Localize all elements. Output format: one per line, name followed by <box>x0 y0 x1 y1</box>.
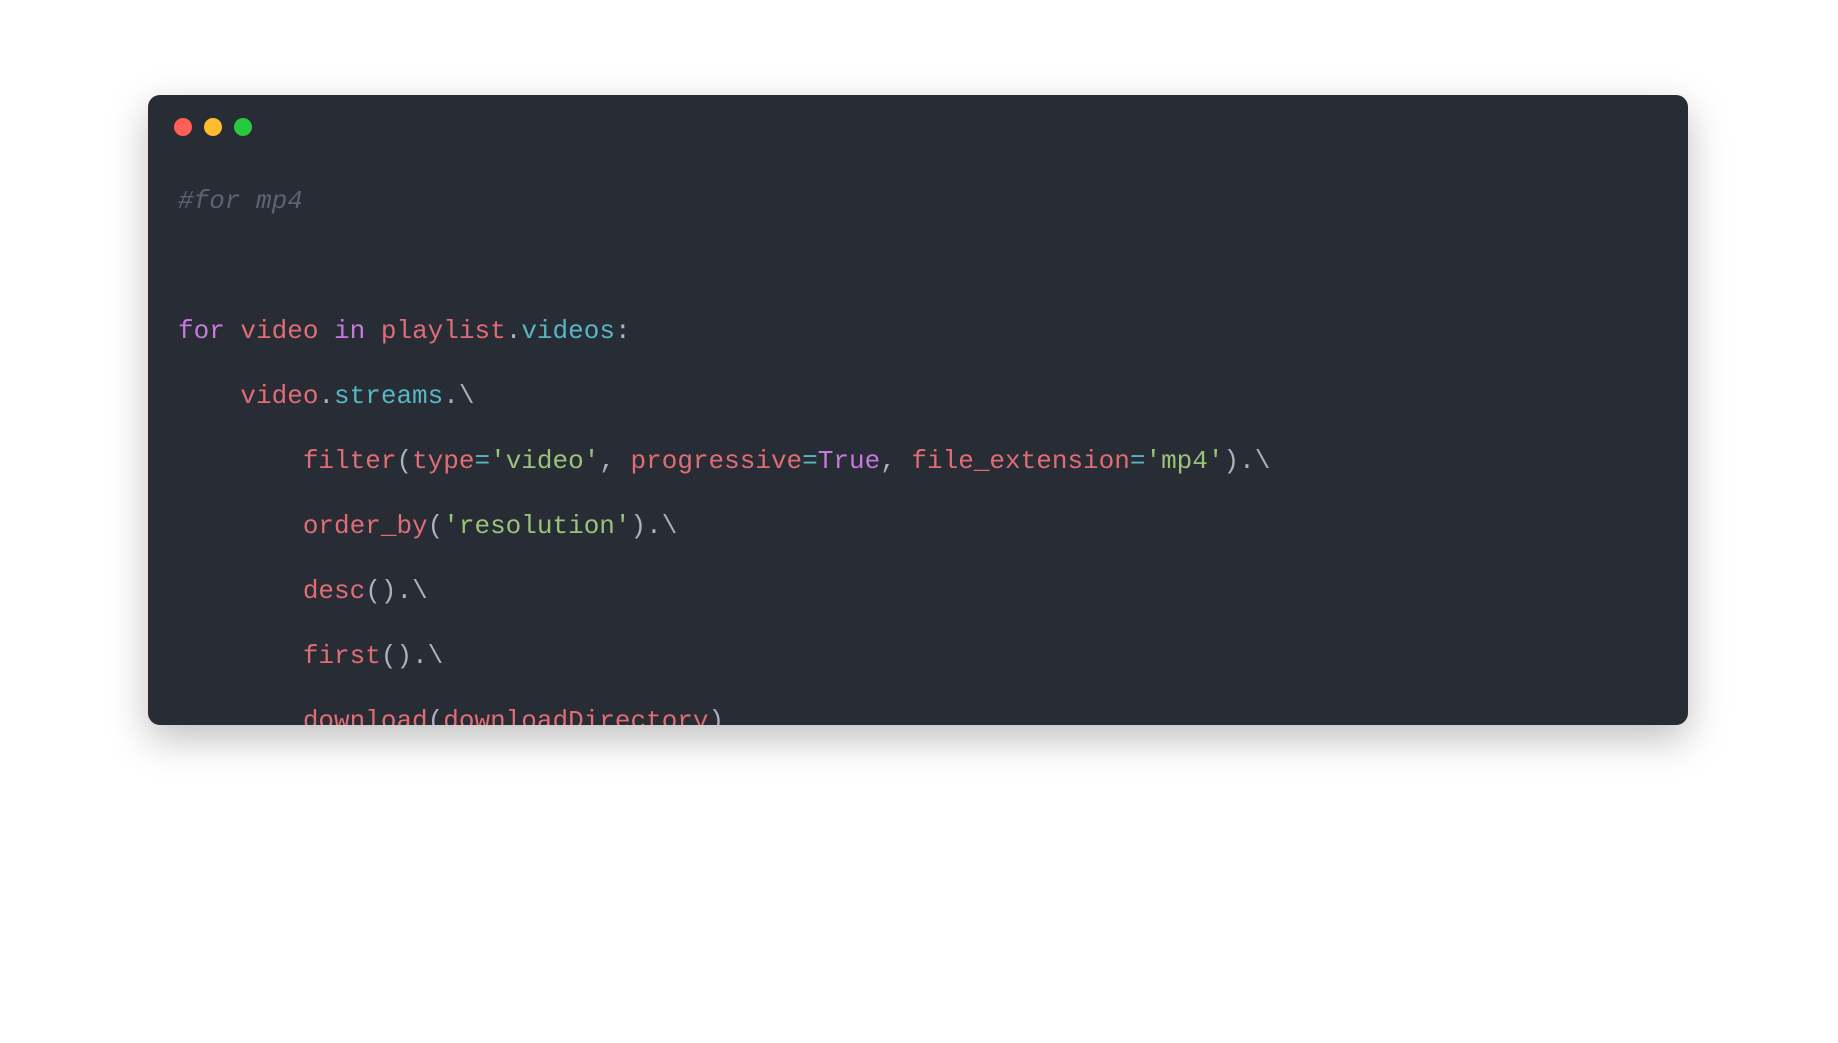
dot: . <box>443 381 459 411</box>
rparen: ) <box>1223 446 1239 476</box>
rparen: ) <box>396 641 412 671</box>
fn-first: first <box>303 641 381 671</box>
str-mp4: 'mp4' <box>1145 446 1223 476</box>
colon: : <box>615 316 631 346</box>
body-object: video <box>240 381 318 411</box>
param-type: type <box>412 446 474 476</box>
arg-download-directory: downloadDirectory <box>443 706 708 725</box>
for-variable: video <box>240 316 318 346</box>
dot: . <box>646 511 662 541</box>
fn-order-by: order_by <box>303 511 428 541</box>
code-block: #for mp4 for video in playlist.videos: v… <box>148 159 1688 725</box>
dot: . <box>1239 446 1255 476</box>
code-comment: #for mp4 <box>178 186 303 216</box>
indent <box>178 446 303 476</box>
lparen: ( <box>428 706 444 725</box>
eq: = <box>474 446 490 476</box>
dot: . <box>412 641 428 671</box>
fn-filter: filter <box>303 446 397 476</box>
kw-for: for <box>178 316 225 346</box>
lparen: ( <box>396 446 412 476</box>
indent <box>178 381 240 411</box>
indent <box>178 706 303 725</box>
indent <box>178 641 303 671</box>
rparen: ) <box>381 576 397 606</box>
str-resolution: 'resolution' <box>443 511 630 541</box>
line-continuation: \ <box>459 381 475 411</box>
line-continuation: \ <box>412 576 428 606</box>
rparen: ) <box>709 706 725 725</box>
lparen: ( <box>381 641 397 671</box>
fn-desc: desc <box>303 576 365 606</box>
line-continuation: \ <box>428 641 444 671</box>
dot: . <box>506 316 522 346</box>
line-continuation: \ <box>1255 446 1271 476</box>
minimize-icon[interactable] <box>204 118 222 136</box>
iter-attr: videos <box>521 316 615 346</box>
fn-download: download <box>303 706 428 725</box>
body-attr: streams <box>334 381 443 411</box>
dot: . <box>318 381 334 411</box>
maximize-icon[interactable] <box>234 118 252 136</box>
indent <box>178 511 303 541</box>
iter-object: playlist <box>381 316 506 346</box>
str-video: 'video' <box>490 446 599 476</box>
kw-in: in <box>334 316 365 346</box>
line-continuation: \ <box>662 511 678 541</box>
param-progressive: progressive <box>631 446 803 476</box>
lparen: ( <box>365 576 381 606</box>
eq: = <box>802 446 818 476</box>
eq: = <box>1130 446 1146 476</box>
code-window: #for mp4 for video in playlist.videos: v… <box>148 95 1688 725</box>
dot: . <box>396 576 412 606</box>
indent <box>178 576 303 606</box>
rparen: ) <box>631 511 647 541</box>
comma: , <box>880 446 911 476</box>
param-file-extension: file_extension <box>911 446 1129 476</box>
close-icon[interactable] <box>174 118 192 136</box>
window-titlebar <box>148 95 1688 159</box>
lparen: ( <box>428 511 444 541</box>
bool-true: True <box>818 446 880 476</box>
comma: , <box>599 446 630 476</box>
